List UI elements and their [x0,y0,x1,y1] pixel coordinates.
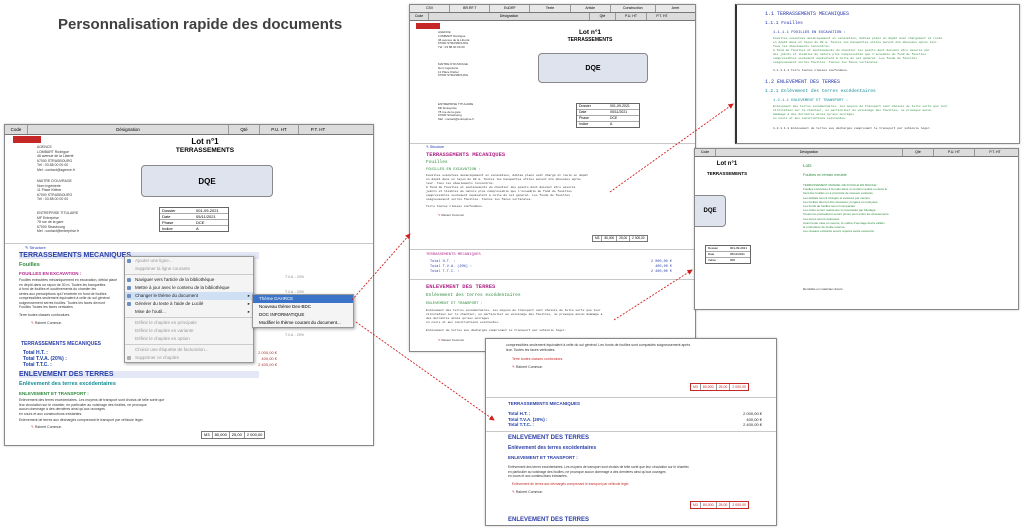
arrow-to-theme-c [613,269,693,321]
arrow-to-theme-a [351,233,411,301]
arrow-to-theme-d [355,321,495,421]
connector-arrows [351,103,734,421]
arrow-to-theme-b [609,103,734,193]
